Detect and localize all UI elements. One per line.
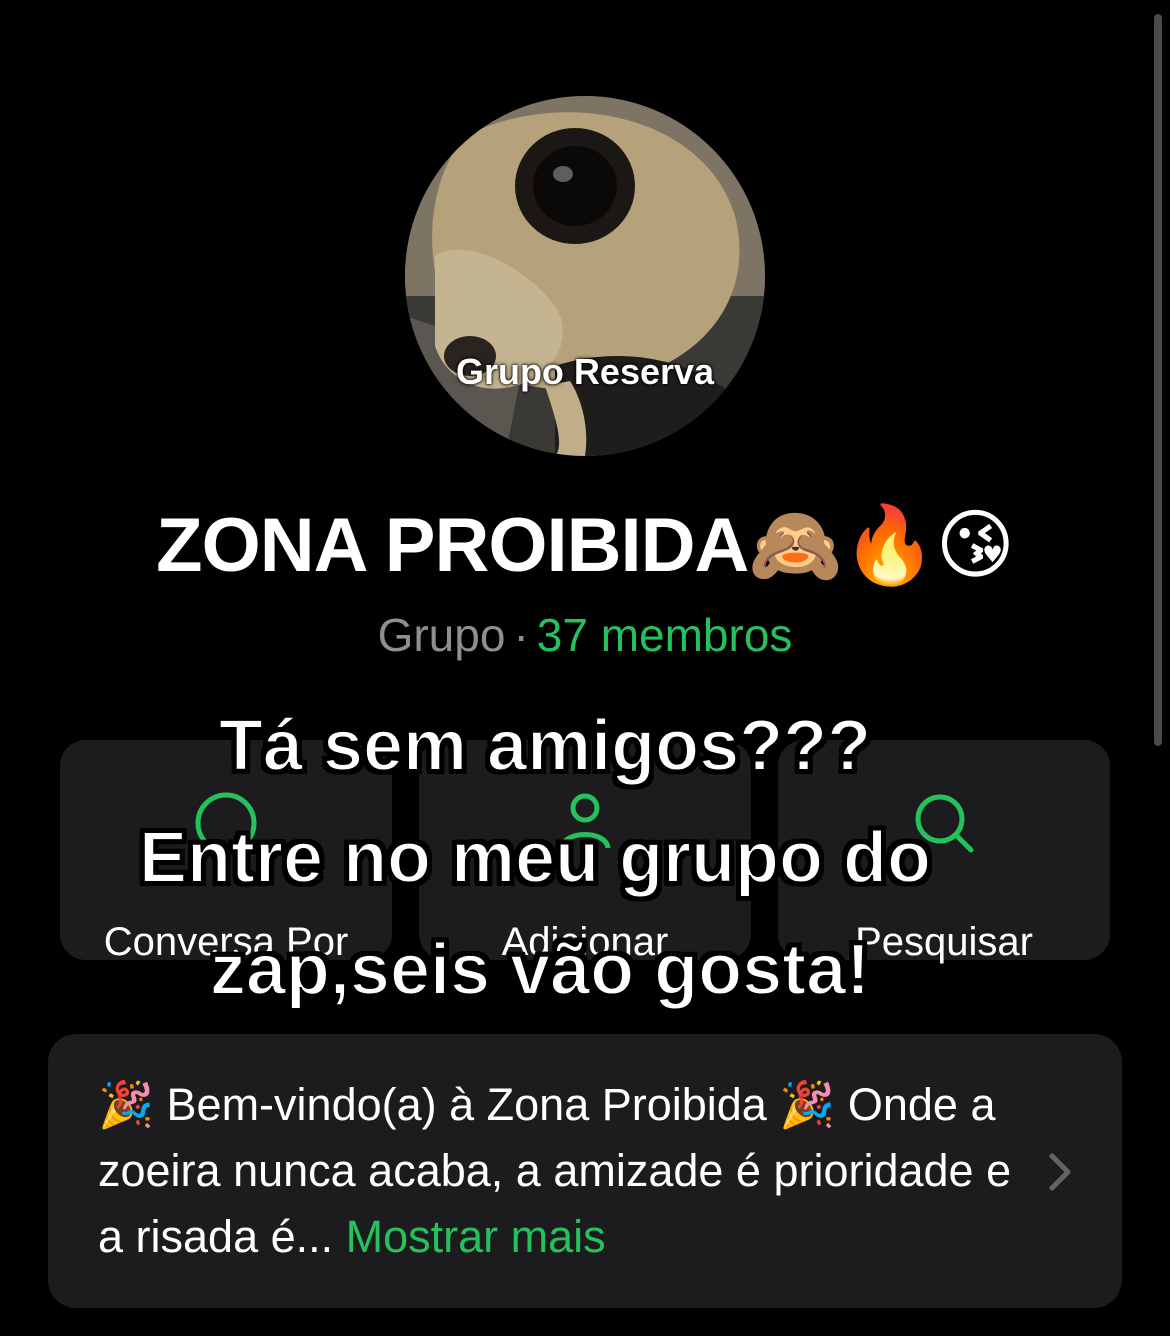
search-icon <box>909 788 979 863</box>
group-type-label: Grupo <box>377 609 506 661</box>
group-avatar[interactable]: Grupo Reserva <box>405 96 765 456</box>
add-member-label: Adicionar <box>501 920 669 964</box>
voice-chat-button[interactable]: Conversa Por <box>60 740 392 964</box>
avatar-overlay-text: Grupo Reserva <box>455 351 715 392</box>
group-subtitle: Grupo · 37 membros <box>0 608 1170 662</box>
add-member-button[interactable]: Adicionar <box>419 740 751 964</box>
search-button[interactable]: Pesquisar <box>778 740 1110 964</box>
voice-chat-label: Conversa Por <box>103 920 349 964</box>
group-info-screen: Grupo Reserva ZONA PROIBIDA🙈🔥😘 Grupo · 37 … <box>0 0 1170 1336</box>
phone-icon <box>191 788 261 863</box>
group-name: ZONA PROIBIDA🙈🔥😘 <box>156 503 1015 588</box>
show-more-link[interactable]: Mostrar mais <box>346 1211 606 1262</box>
avatar-photo <box>405 96 765 456</box>
separator-dot: · <box>513 609 529 661</box>
chevron-right-icon <box>1049 1153 1071 1191</box>
action-row: Conversa Por Adicionar Pesquisar <box>60 740 1110 964</box>
search-label: Pesquisar <box>855 920 1033 964</box>
group-description-card[interactable]: 🎉 Bem-vindo(a) à Zona Proibida 🎉 Onde a … <box>48 1034 1122 1308</box>
add-member-icon <box>550 788 620 863</box>
members-link[interactable]: 37 membros <box>537 609 793 661</box>
group-description: 🎉 Bem-vindo(a) à Zona Proibida 🎉 Onde a … <box>98 1072 1038 1270</box>
